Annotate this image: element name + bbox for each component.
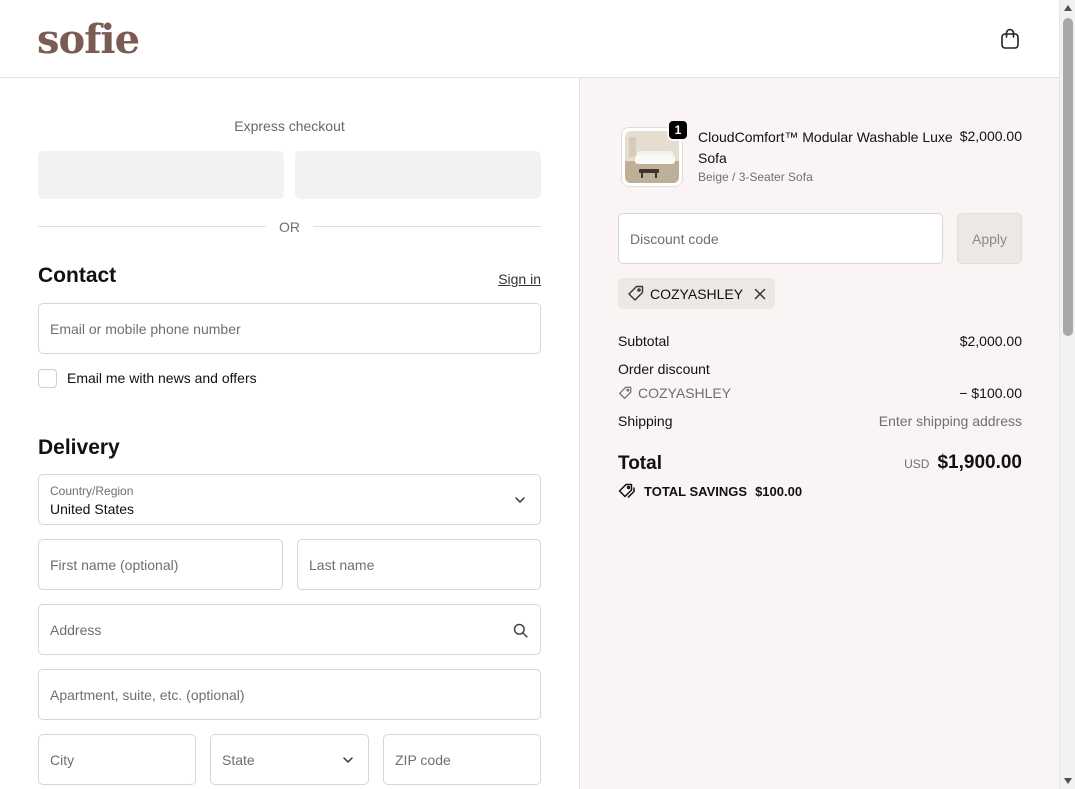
discount-detail-row: COZYASHLEY − $100.00 [618, 385, 1022, 401]
shipping-value: Enter shipping address [878, 413, 1022, 429]
discount-field[interactable] [618, 213, 943, 264]
subtotal-value: $2,000.00 [959, 333, 1022, 349]
express-pay-button-2[interactable] [295, 151, 541, 199]
product-price: $2,000.00 [959, 128, 1022, 144]
delivery-title: Delivery [38, 436, 120, 459]
newsletter-label: Email me with news and offers [67, 370, 257, 386]
remove-discount-button[interactable] [753, 287, 767, 301]
or-divider: OR [38, 218, 541, 236]
applied-code: COZYASHLEY [650, 285, 744, 302]
shopping-bag-icon [1001, 28, 1019, 49]
country-label: Country/Region [50, 484, 134, 498]
zip-input[interactable] [384, 735, 540, 784]
triangle-up-icon [1064, 5, 1072, 11]
chevron-down-icon [512, 492, 528, 508]
divider-line [313, 226, 541, 227]
shipping-row: Shipping Enter shipping address [618, 413, 1022, 429]
apartment-input[interactable] [39, 670, 540, 719]
product-variant: Beige / 3-Seater Sofa [698, 170, 813, 184]
currency-code: USD [904, 457, 930, 471]
total-savings: TOTAL SAVINGS $100.00 [618, 483, 802, 499]
email-field[interactable] [38, 303, 541, 354]
state-label: State [222, 752, 255, 768]
tags-icon [618, 483, 635, 499]
scroll-up-button[interactable] [1060, 0, 1075, 16]
quantity-badge: 1 [667, 119, 689, 141]
address-field[interactable] [38, 604, 541, 655]
tag-icon [628, 285, 644, 301]
order-discount-label: Order discount [618, 361, 710, 377]
state-select[interactable]: State [210, 734, 369, 785]
sign-in-link[interactable]: Sign in [498, 271, 541, 287]
shipping-label: Shipping [618, 413, 673, 429]
zip-field[interactable] [383, 734, 541, 785]
apartment-field[interactable] [38, 669, 541, 720]
page-scrollbar[interactable] [1059, 0, 1075, 789]
contact-title: Contact [38, 264, 117, 287]
total-label: Total [618, 453, 662, 474]
total-value: $1,900.00 [937, 452, 1022, 473]
order-summary: 1 CloudComfort™ Modular Washable Luxe So… [579, 78, 1059, 789]
total-amount: USD $1,900.00 [904, 452, 1022, 474]
city-field[interactable] [38, 734, 196, 785]
email-input[interactable] [39, 304, 540, 353]
express-checkout-title: Express checkout [234, 118, 345, 134]
order-discount-row: Order discount [618, 361, 1022, 377]
city-input[interactable] [39, 735, 195, 784]
cart-button[interactable] [995, 24, 1025, 54]
product-name: CloudComfort™ Modular Washable Luxe Sofa [698, 129, 953, 166]
brand-logo[interactable]: sofie [37, 18, 140, 62]
chevron-down-icon [340, 752, 356, 768]
first-name-input[interactable] [39, 540, 282, 589]
tag-icon [619, 386, 632, 399]
last-name-field[interactable] [297, 539, 541, 590]
applied-discount-chip: COZYASHLEY [618, 278, 776, 309]
scroll-down-button[interactable] [1060, 773, 1075, 789]
discount-input[interactable] [619, 214, 942, 263]
address-input[interactable] [39, 605, 540, 654]
savings-value: $100.00 [755, 483, 803, 499]
savings-label: TOTAL SAVINGS [644, 483, 748, 499]
or-label: OR [279, 219, 300, 235]
close-icon [754, 288, 766, 299]
discount-code-text: COZYASHLEY [638, 385, 732, 401]
last-name-input[interactable] [298, 540, 540, 589]
header: sofie [0, 0, 1059, 78]
subtotal-label: Subtotal [618, 333, 670, 349]
country-select[interactable]: Country/Region United States [38, 474, 541, 525]
checkout-form: Express checkout OR Contact Sign in Emai… [0, 78, 579, 789]
subtotal-row: Subtotal $2,000.00 [618, 333, 1022, 349]
newsletter-option[interactable]: Email me with news and offers [38, 368, 257, 388]
discount-value: − $100.00 [959, 385, 1022, 401]
apply-button[interactable]: Apply [957, 213, 1022, 264]
scroll-thumb[interactable] [1063, 18, 1073, 336]
express-pay-button-1[interactable] [38, 151, 284, 199]
newsletter-checkbox[interactable] [38, 368, 57, 388]
country-value: United States [50, 501, 135, 517]
first-name-field[interactable] [38, 539, 283, 590]
triangle-down-icon [1064, 778, 1072, 784]
search-icon [512, 622, 528, 638]
